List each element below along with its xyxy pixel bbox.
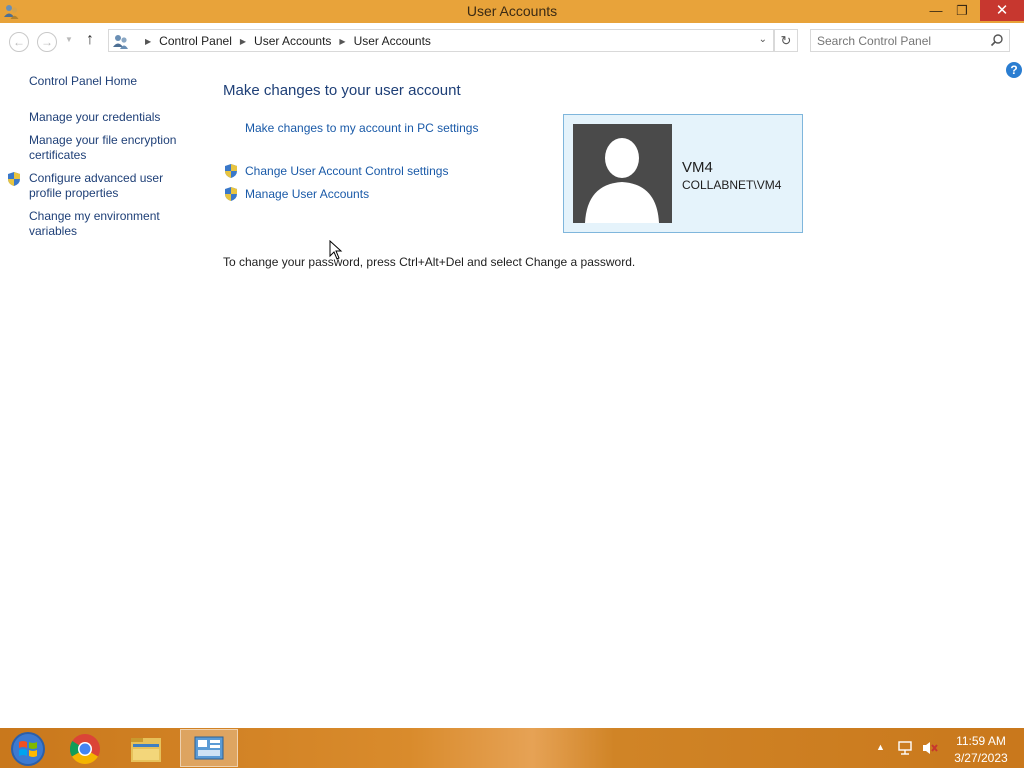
back-button[interactable]: ← bbox=[9, 32, 29, 52]
clock-date[interactable]: 3/27/2023 bbox=[946, 751, 1016, 765]
uac-settings-link[interactable]: Change User Account Control settings bbox=[245, 164, 448, 178]
chrome-icon bbox=[69, 734, 100, 765]
clock-time[interactable]: 11:59 AM bbox=[946, 734, 1016, 748]
sidebar-item-file-encryption-certificates[interactable]: Manage your file encryption certificates bbox=[29, 133, 194, 163]
sidebar-item-advanced-user-profile[interactable]: Configure advanced user profile properti… bbox=[29, 171, 194, 201]
taskbar: ▲ 11:59 AM 3/27/2023 bbox=[0, 728, 1024, 768]
control-panel-icon bbox=[113, 35, 128, 49]
maximize-button[interactable]: ❐ bbox=[948, 0, 976, 21]
breadcrumb-user-accounts-current[interactable]: User Accounts bbox=[354, 34, 431, 48]
control-panel-taskbar-button[interactable] bbox=[180, 729, 238, 767]
file-explorer-taskbar-button[interactable] bbox=[117, 729, 175, 767]
start-button[interactable] bbox=[0, 729, 58, 767]
windows-logo-icon bbox=[11, 732, 45, 766]
close-button[interactable]: ✕ bbox=[980, 0, 1024, 21]
forward-button[interactable]: → bbox=[37, 32, 57, 52]
chrome-taskbar-button[interactable] bbox=[56, 729, 114, 767]
sidebar-item-manage-credentials[interactable]: Manage your credentials bbox=[29, 110, 194, 125]
sidebar-item-environment-variables[interactable]: Change my environment variables bbox=[29, 209, 194, 239]
breadcrumb-separator-icon[interactable]: ▶ bbox=[339, 37, 345, 46]
pc-settings-link[interactable]: Make changes to my account in PC setting… bbox=[245, 121, 478, 135]
search-icon[interactable] bbox=[990, 33, 1004, 47]
sidebar-item-control-panel-home[interactable]: Control Panel Home bbox=[29, 74, 194, 89]
mouse-cursor-icon bbox=[329, 240, 343, 260]
folder-icon bbox=[131, 738, 161, 762]
breadcrumb-separator-icon: ▶ bbox=[145, 37, 152, 46]
minimize-button[interactable]: — bbox=[922, 0, 950, 21]
breadcrumb-separator-icon[interactable]: ▶ bbox=[240, 37, 246, 46]
window-title: User Accounts bbox=[466, 3, 558, 19]
volume-muted-icon[interactable] bbox=[921, 740, 939, 756]
uac-shield-icon bbox=[8, 172, 20, 186]
show-hidden-icons-button[interactable]: ▲ bbox=[876, 742, 885, 768]
address-history-dropdown-icon[interactable]: ⌄ bbox=[759, 34, 767, 45]
help-icon[interactable]: ? bbox=[1006, 62, 1022, 78]
recent-locations-dropdown[interactable]: ▼ bbox=[65, 35, 73, 44]
breadcrumb-user-accounts[interactable]: User Accounts bbox=[254, 34, 331, 48]
address-bar[interactable]: ▶ Control Panel ▶ User Accounts ▶ User Accoun… bbox=[108, 29, 774, 52]
up-button[interactable]: ↑ bbox=[86, 31, 94, 49]
account-tile[interactable]: VM4 COLLABNET\VM4 bbox=[563, 114, 803, 233]
refresh-button[interactable]: ↻ bbox=[774, 29, 798, 52]
password-instructions: To change your password, press Ctrl+Alt+… bbox=[223, 255, 636, 269]
manage-user-accounts-link[interactable]: Manage User Accounts bbox=[245, 187, 369, 201]
search-input[interactable] bbox=[817, 33, 987, 49]
avatar bbox=[573, 124, 672, 223]
breadcrumb: ▶ Control Panel ▶ User Accounts ▶ User Accoun… bbox=[137, 34, 431, 48]
user-silhouette-icon bbox=[585, 138, 659, 223]
navigation-bar: ← → ▼ ↑ ▶ Control Panel ▶ User Accounts ▶ Use… bbox=[0, 23, 1024, 59]
account-domain: COLLABNET\VM4 bbox=[682, 178, 782, 192]
uac-shield-icon bbox=[225, 164, 237, 178]
network-icon[interactable] bbox=[897, 740, 915, 756]
page-title: Make changes to your user account bbox=[223, 82, 461, 99]
title-bar: User Accounts — ❐ ✕ bbox=[0, 0, 1024, 23]
search-box[interactable] bbox=[810, 29, 1010, 52]
account-name: VM4 bbox=[682, 159, 713, 176]
control-panel-icon bbox=[194, 736, 224, 760]
breadcrumb-control-panel[interactable]: Control Panel bbox=[159, 34, 232, 48]
uac-shield-icon bbox=[225, 187, 237, 201]
